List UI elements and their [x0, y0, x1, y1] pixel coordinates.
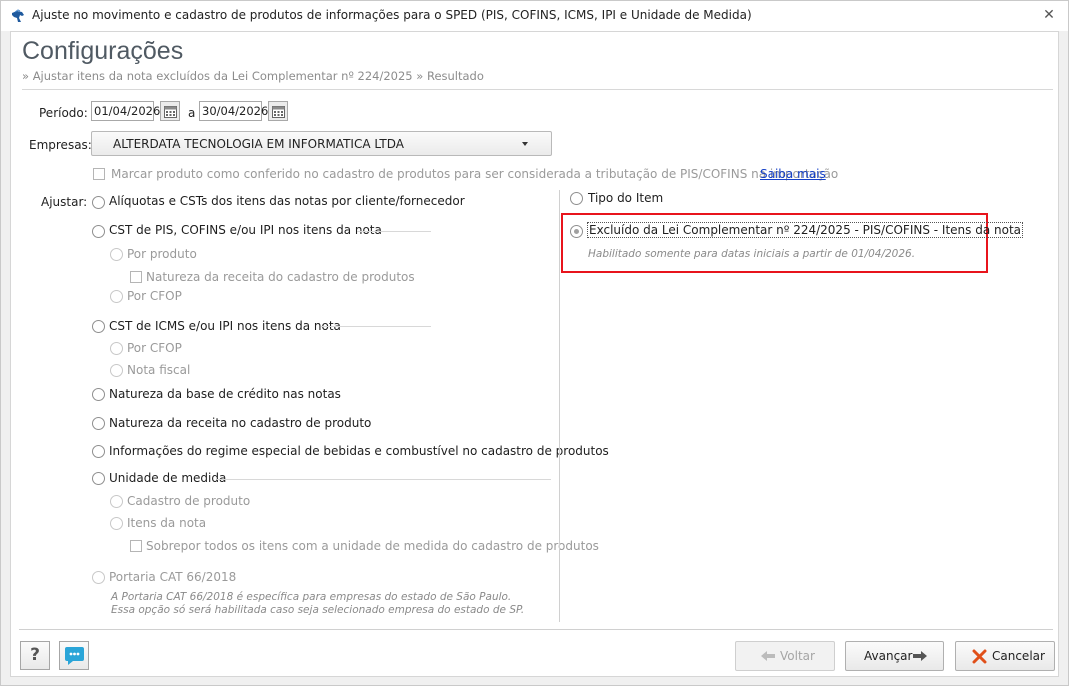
option-itens-nota-label: Itens da nota: [127, 516, 207, 530]
period-separator: a: [188, 106, 196, 120]
radio-itens-nota[interactable]: [110, 517, 123, 530]
calendar-icon: [164, 106, 177, 118]
footer-divider: [19, 629, 1053, 630]
option-por-produto-label: Por produto: [127, 247, 197, 261]
option-por-cfop-pis-label: Por CFOP: [127, 289, 182, 303]
natureza-cadastro-label: Natureza da receita do cadastro de produ…: [146, 270, 415, 284]
period-label: Período:: [39, 106, 88, 120]
title-bar: Ajuste no movimento e cadastro de produt…: [1, 1, 1068, 31]
option-aliquotas-label: Alíquotas e CSTs dos itens das notas por…: [109, 194, 465, 208]
option-regime-especial-label: Informações do regime especial de bebida…: [109, 444, 609, 458]
arrow-right-icon: [913, 651, 927, 661]
end-date-calendar-button[interactable]: [268, 101, 288, 121]
wizard-panel: Configurações » Ajustar itens da nota ex…: [10, 31, 1059, 677]
option-portaria-label: Portaria CAT 66/2018: [109, 570, 237, 584]
company-label: Empresas:: [29, 138, 92, 152]
group-divider: [217, 479, 551, 480]
option-tipo-item-label: Tipo do Item: [588, 191, 664, 205]
back-button[interactable]: Voltar: [735, 641, 835, 671]
radio-por-cfop-icms[interactable]: [110, 342, 123, 355]
radio-por-produto[interactable]: [110, 248, 123, 261]
option-cst-icms-label: CST de ICMS e/ou IPI nos itens da nota: [109, 319, 341, 333]
close-icon[interactable]: ✕: [1041, 7, 1057, 23]
group-divider: [357, 231, 431, 232]
natureza-cadastro-checkbox[interactable]: [130, 271, 142, 283]
back-button-label: Voltar: [780, 649, 815, 663]
radio-aliquotas[interactable]: [92, 196, 105, 209]
cancel-button-label: Cancelar: [992, 649, 1045, 663]
radio-portaria[interactable]: [92, 571, 105, 584]
radio-tipo-item[interactable]: [570, 192, 583, 205]
option-nota-fiscal-label: Nota fiscal: [127, 363, 191, 377]
arrow-left-icon: [761, 651, 775, 661]
help-button[interactable]: ?: [20, 641, 50, 670]
option-cst-pis-label: CST de PIS, COFINS e/ou IPI nos itens da…: [109, 223, 382, 237]
excluido-note: Habilitado somente para datas iniciais a…: [588, 248, 916, 260]
portaria-note-line1: A Portaria CAT 66/2018 é específica para…: [111, 591, 512, 603]
radio-por-cfop-pis[interactable]: [110, 290, 123, 303]
option-unidade-medida-label: Unidade de medida: [109, 471, 227, 485]
sobrepor-checkbox[interactable]: [130, 540, 142, 552]
adjust-label: Ajustar:: [41, 195, 88, 209]
next-button-label: Avançar: [864, 649, 913, 663]
learn-more-link[interactable]: Saiba mais: [760, 167, 826, 181]
company-select-value: ALTERDATA TECNOLOGIA EM INFORMATICA LTDA: [113, 137, 404, 151]
radio-unidade-medida[interactable]: [92, 472, 105, 485]
page-title: Configurações: [22, 37, 184, 65]
header-divider: [22, 89, 1053, 90]
close-x-icon: [972, 649, 987, 664]
next-button[interactable]: Avançar: [845, 641, 944, 671]
option-excluido-lc224-label: Excluído da Lei Complementar nº 224/2025…: [587, 222, 1023, 238]
option-cadastro-produto-label: Cadastro de produto: [127, 494, 251, 508]
sobrepor-label: Sobrepor todos os itens com a unidade de…: [146, 539, 599, 553]
portaria-note-line2: Essa opção só será habilitada caso seja …: [111, 604, 525, 616]
app-logo-icon: [12, 9, 24, 22]
radio-nota-fiscal[interactable]: [110, 364, 123, 377]
group-divider: [321, 326, 431, 327]
end-date-input[interactable]: 30/04/2026: [199, 101, 268, 121]
option-natureza-base-label: Natureza da base de crédito nas notas: [109, 387, 341, 401]
dialog-window: Ajuste no movimento e cadastro de produt…: [0, 0, 1069, 686]
calendar-icon: [272, 106, 285, 118]
cancel-button[interactable]: Cancelar: [955, 641, 1055, 671]
option-natureza-receita-label: Natureza da receita no cadastro de produ…: [109, 416, 372, 430]
chevron-down-icon: [522, 142, 528, 146]
chat-button[interactable]: [59, 641, 89, 670]
window-title: Ajuste no movimento e cadastro de produt…: [32, 8, 752, 22]
radio-cst-icms[interactable]: [92, 320, 105, 333]
chat-icon: [65, 647, 84, 665]
start-date-input[interactable]: 01/04/2026: [91, 101, 160, 121]
radio-cst-pis[interactable]: [92, 225, 105, 238]
breadcrumb: » Ajustar itens da nota excluídos da Lei…: [22, 69, 484, 83]
mark-checked-label: Marcar produto como conferido no cadastr…: [111, 167, 839, 181]
mark-checked-checkbox[interactable]: [93, 168, 105, 180]
option-excluido-lc224-text: Excluído da Lei Complementar nº 224/2025…: [587, 222, 1023, 238]
radio-excluido-lc224[interactable]: [570, 225, 583, 238]
radio-cadastro-produto[interactable]: [110, 495, 123, 508]
radio-natureza-receita[interactable]: [92, 417, 105, 430]
radio-natureza-base[interactable]: [92, 388, 105, 401]
start-date-calendar-button[interactable]: [160, 101, 180, 121]
radio-regime-especial[interactable]: [92, 445, 105, 458]
option-por-cfop-icms-label: Por CFOP: [127, 341, 182, 355]
company-select[interactable]: ALTERDATA TECNOLOGIA EM INFORMATICA LTDA: [91, 131, 552, 156]
column-divider: [559, 190, 560, 622]
